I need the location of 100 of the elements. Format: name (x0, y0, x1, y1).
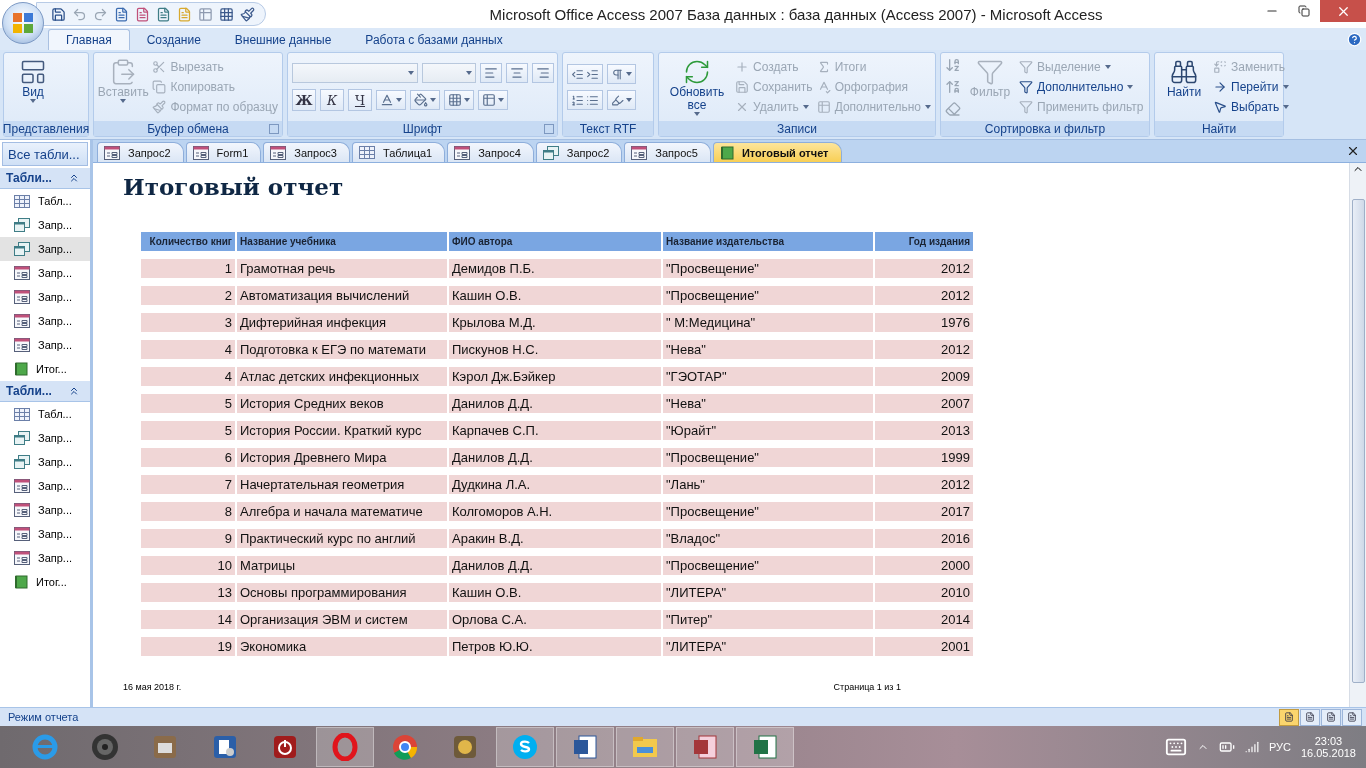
ribbon-button[interactable]: Выбрать (1213, 97, 1290, 117)
ribbon-button[interactable]: Перейти (1213, 77, 1290, 97)
collapse-icon[interactable] (68, 385, 80, 397)
format-button[interactable]: К (320, 89, 344, 111)
nav-item[interactable]: Запр... (0, 426, 90, 450)
ribbon-button[interactable]: Дополнительно (1019, 77, 1144, 97)
table-icon[interactable] (198, 6, 213, 22)
language-indicator[interactable]: РУС (1268, 741, 1291, 753)
keyboard-icon[interactable] (1164, 736, 1187, 758)
indent-button[interactable] (567, 64, 603, 84)
page-number: Страница 1 из 1 (833, 682, 901, 692)
collapse-icon[interactable] (68, 172, 80, 184)
taskbar-button[interactable] (556, 727, 614, 767)
nav-item[interactable]: Запр... (0, 213, 90, 237)
document-tab[interactable]: Form1 (185, 142, 262, 162)
sort-descending-icon[interactable] (945, 79, 961, 95)
taskbar-button[interactable] (736, 727, 794, 767)
scroll-thumb[interactable] (1351, 199, 1365, 683)
view-button[interactable] (1279, 708, 1299, 726)
view-button[interactable] (1321, 708, 1341, 726)
ribbon-tab[interactable]: Работа с базами данных (348, 30, 520, 50)
document-tab[interactable]: Таблица1 (351, 142, 446, 162)
view-button[interactable] (1300, 708, 1320, 726)
align-center-button[interactable] (506, 63, 528, 83)
nav-header[interactable]: Все табли... (2, 142, 88, 166)
close-button[interactable] (1320, 0, 1366, 22)
grid-icon[interactable] (219, 6, 234, 22)
nav-item[interactable]: Запр... (0, 237, 90, 261)
font-size-field[interactable] (422, 63, 476, 83)
ribbon-tab[interactable]: Создание (129, 30, 218, 50)
signal-icon[interactable] (1244, 740, 1259, 754)
launcher-icon[interactable] (544, 124, 554, 134)
nav-item[interactable]: Запр... (0, 546, 90, 570)
undo-icon[interactable] (72, 6, 87, 22)
list-button[interactable] (567, 90, 603, 110)
document-icon[interactable] (135, 6, 150, 22)
document-icon[interactable] (177, 6, 192, 22)
launcher-icon[interactable] (269, 124, 279, 134)
fill-color-button[interactable] (410, 90, 440, 110)
nav-item[interactable]: Итог... (0, 570, 90, 594)
nav-item[interactable]: Запр... (0, 474, 90, 498)
document-tab[interactable]: Запрос2 (535, 142, 623, 162)
ribbon-tab[interactable]: Внешние данные (217, 30, 349, 50)
font-name-field[interactable] (292, 63, 418, 83)
help-icon[interactable] (1347, 31, 1362, 47)
save-icon (735, 80, 749, 94)
ribbon-button[interactable]: Найти (1159, 56, 1209, 118)
table-cell: 3 (141, 313, 235, 332)
table-cell: " М:Медицина" (663, 313, 873, 332)
binoculars-icon (1170, 58, 1198, 86)
eraser-icon[interactable] (945, 101, 961, 117)
taskbar-button[interactable] (676, 727, 734, 767)
ribbon-button[interactable]: Обновить все (663, 56, 731, 118)
document-tab[interactable]: Запрос5 (624, 142, 711, 162)
document-tab[interactable]: Итоговый отчет (712, 142, 842, 162)
nav-item[interactable]: Запр... (0, 450, 90, 474)
nav-item[interactable]: Запр... (0, 333, 90, 357)
alternate-fill-button[interactable] (478, 90, 508, 110)
document-tab[interactable]: Запрос2 (97, 142, 184, 162)
ribbon-tab[interactable]: Главная (48, 29, 130, 50)
column-header: ФИО автора (449, 232, 661, 251)
redo-icon[interactable] (93, 6, 108, 22)
table-cell: Пискунов Н.С. (449, 340, 661, 359)
align-right-button[interactable] (532, 63, 554, 83)
caret-icon (694, 112, 700, 116)
brush-icon[interactable] (240, 6, 255, 22)
sort-ascending-icon[interactable] (945, 57, 961, 73)
scrollbar[interactable] (1349, 163, 1366, 707)
nav-group-header[interactable]: Табли... (0, 381, 90, 402)
document-tab[interactable]: Запрос3 (263, 142, 350, 162)
nav-item[interactable]: Итог... (0, 357, 90, 381)
document-icon[interactable] (114, 6, 129, 22)
group-label: Найти (1201, 121, 1237, 136)
highlight-button[interactable] (607, 90, 636, 110)
save-icon[interactable] (51, 6, 66, 22)
nav-item[interactable]: Запр... (0, 522, 90, 546)
nav-item[interactable]: Табл... (0, 189, 90, 213)
filter-icon (1019, 80, 1033, 94)
nav-item[interactable]: Запр... (0, 261, 90, 285)
tab-label: Form1 (216, 146, 249, 159)
nav-item[interactable]: Запр... (0, 285, 90, 309)
close-icon[interactable] (1346, 144, 1360, 158)
align-left-icon (484, 66, 498, 80)
align-left-button[interactable] (480, 63, 502, 83)
format-button[interactable]: Ж (292, 89, 316, 111)
document-tab[interactable]: Запрос4 (447, 142, 534, 162)
view-button[interactable] (1342, 708, 1362, 726)
report-icon (14, 362, 28, 376)
battery-icon[interactable] (1218, 739, 1235, 755)
nav-group-header[interactable]: Табли... (0, 168, 90, 189)
format-button[interactable]: Ч (348, 89, 372, 111)
ribbon-button[interactable]: Вид (8, 56, 58, 118)
font-color-button[interactable] (376, 90, 406, 110)
nav-item[interactable]: Запр... (0, 309, 90, 333)
paragraph-button[interactable] (607, 64, 636, 84)
document-icon[interactable] (156, 6, 171, 22)
nav-item[interactable]: Запр... (0, 498, 90, 522)
nav-item[interactable]: Табл... (0, 402, 90, 426)
gridlines-button[interactable] (444, 90, 474, 110)
clock[interactable]: 23:03 16.05.2018 (1300, 735, 1356, 759)
